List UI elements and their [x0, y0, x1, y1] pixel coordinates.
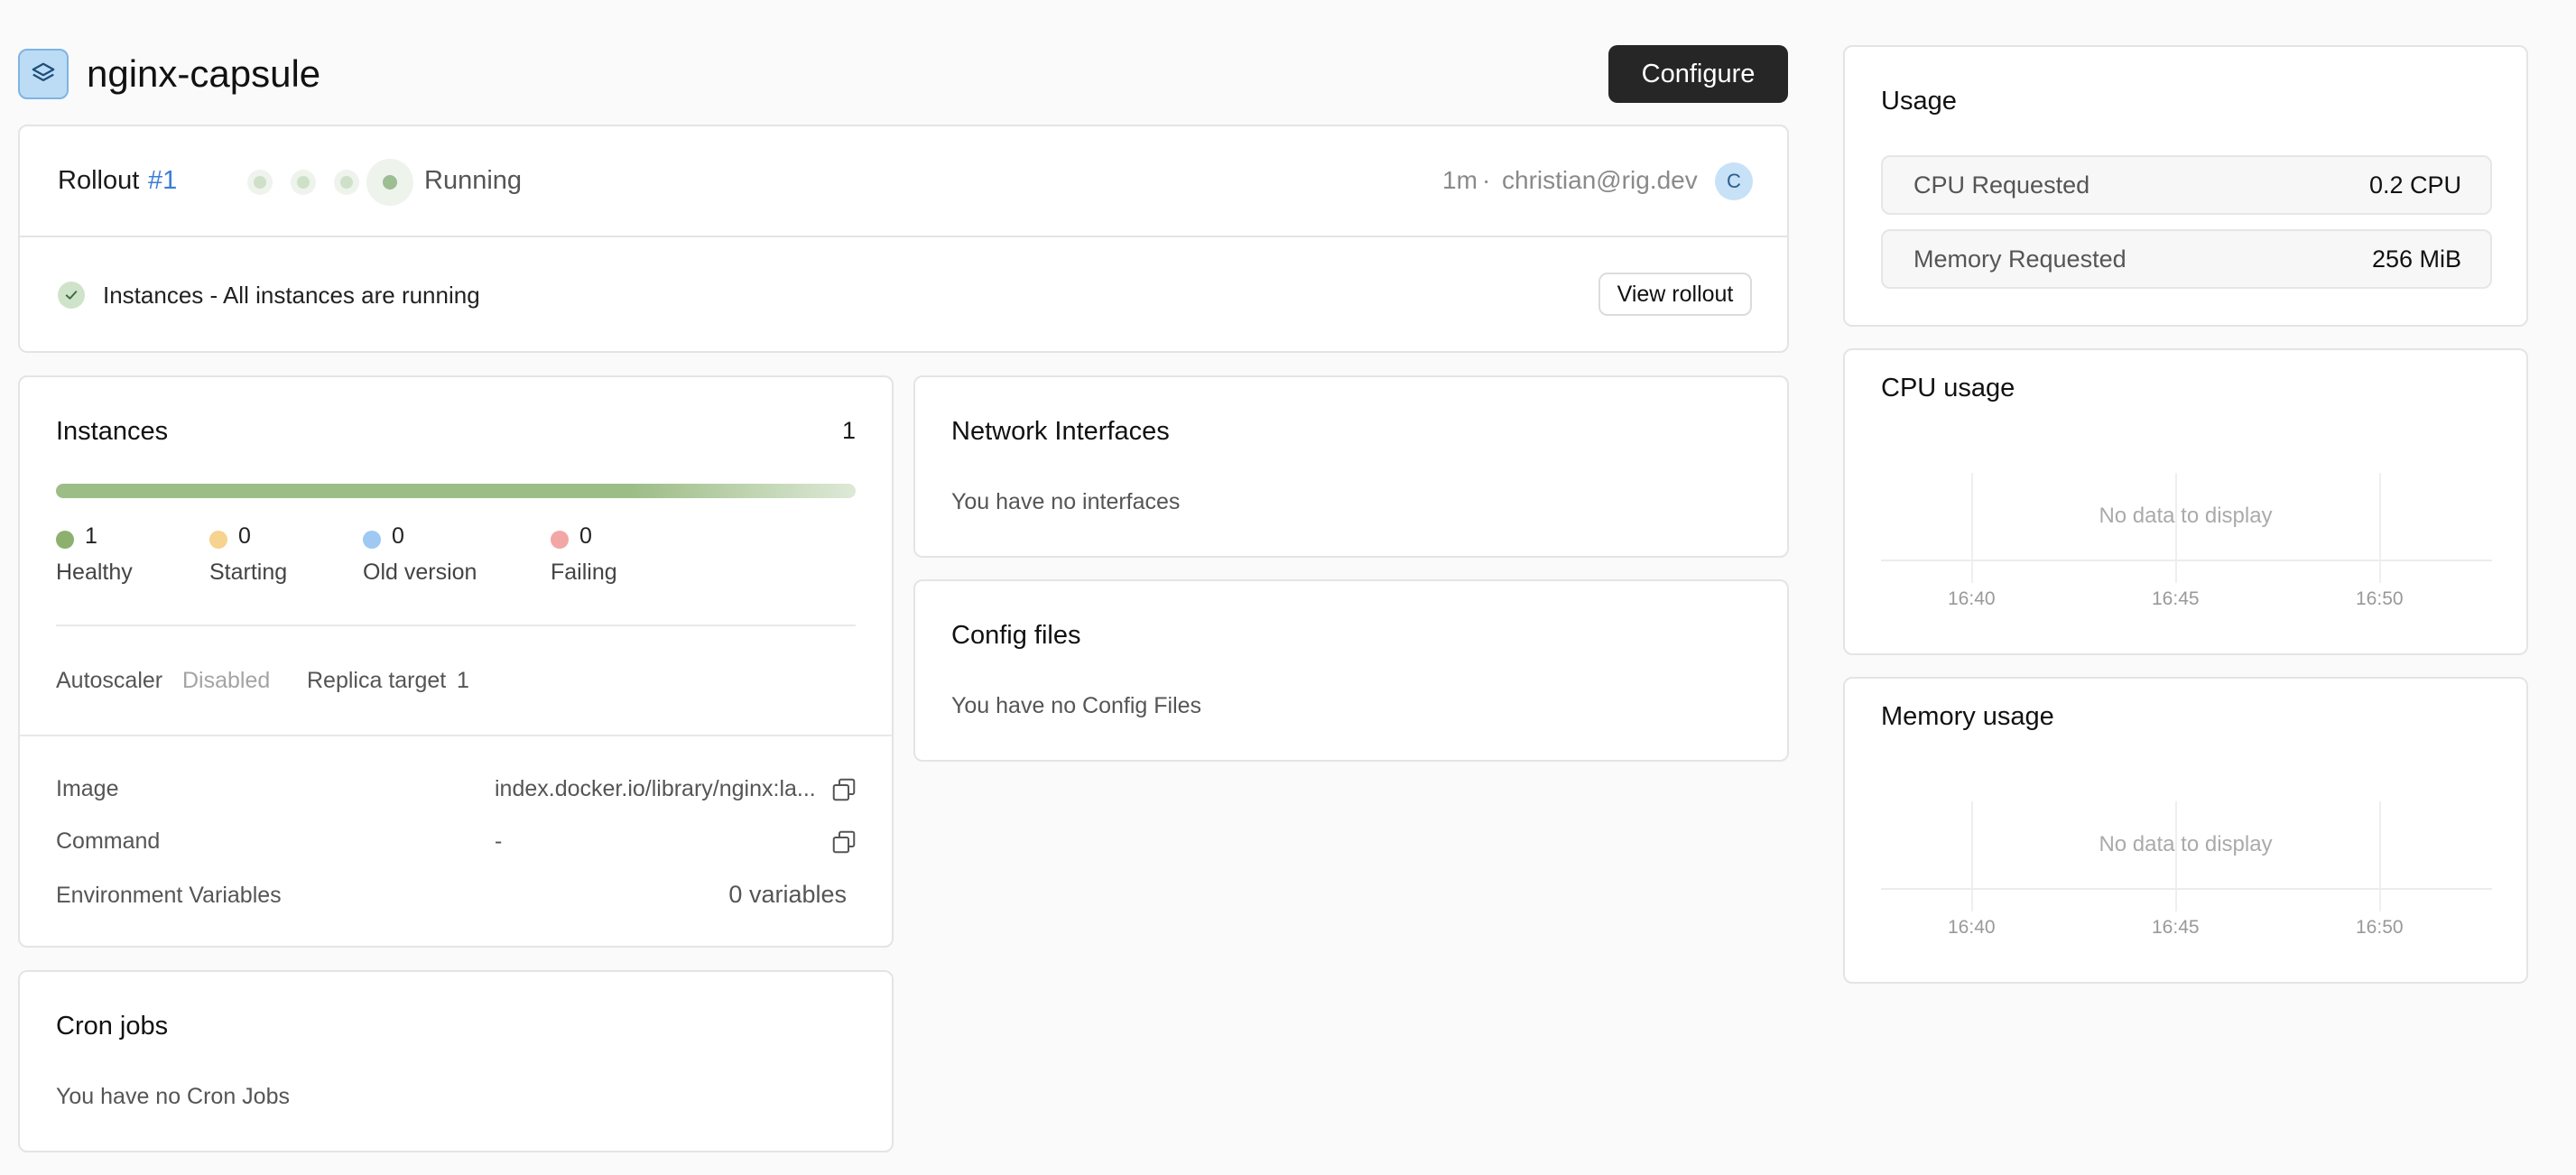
cron-jobs-title: Cron jobs — [56, 1012, 169, 1041]
memory-usage-title: Memory usage — [1881, 702, 2054, 731]
rollout-time: 1m — [1442, 166, 1478, 194]
env-variables-label: Environment Variables — [56, 883, 282, 908]
chart-tick-label: 16:45 — [2152, 588, 2200, 609]
separator: · — [1482, 166, 1491, 194]
env-variables-value[interactable]: 0 variables — [728, 881, 847, 909]
legend-label: Failing — [551, 560, 617, 585]
cron-jobs-card: Cron jobs You have no Cron Jobs — [18, 970, 894, 1152]
view-rollout-button[interactable]: View rollout — [1598, 273, 1752, 316]
rollout-author: christian@rig.dev — [1502, 166, 1698, 194]
configure-button[interactable]: Configure — [1608, 45, 1788, 103]
legend-label: Old version — [363, 560, 477, 585]
avatar: C — [1715, 162, 1753, 200]
legend-count: 1 — [85, 523, 97, 549]
chart-tick-label: 16:45 — [2152, 917, 2200, 938]
usage-title: Usage — [1881, 87, 1957, 116]
starting-dot-icon — [209, 531, 227, 549]
legend-count: 0 — [238, 523, 251, 549]
rollout-step-current-icon — [366, 159, 413, 206]
cpu-usage-card: CPU usage No data to display 16:40 16:45… — [1843, 348, 2528, 655]
memory-requested-value: 256 MiB — [2371, 245, 2461, 273]
copy-icon[interactable] — [830, 776, 857, 803]
autoscaler-value: Disabled — [182, 668, 271, 693]
instances-title: Instances — [56, 417, 169, 446]
instances-status-message: Instances - All instances are running — [103, 282, 480, 309]
memory-requested-label: Memory Requested — [1913, 245, 2127, 273]
replica-target-value: 1 — [457, 668, 469, 693]
check-icon — [58, 282, 85, 309]
chart-baseline — [1881, 888, 2492, 890]
memory-requested-row: Memory Requested 256 MiB — [1881, 229, 2492, 289]
divider — [56, 625, 856, 626]
memory-usage-empty: No data to display — [2099, 832, 2273, 856]
network-interfaces-empty: You have no interfaces — [951, 489, 1181, 514]
memory-usage-card: Memory usage No data to display 16:40 16… — [1843, 677, 2528, 984]
cpu-requested-row: CPU Requested 0.2 CPU — [1881, 155, 2492, 215]
cron-jobs-empty: You have no Cron Jobs — [56, 1084, 290, 1109]
chart-tick-label: 16:50 — [2356, 588, 2404, 609]
chart-baseline — [1881, 560, 2492, 561]
rollout-label: Rollout — [58, 166, 140, 195]
command-value: - — [495, 828, 503, 854]
replica-target-label: Replica target — [307, 668, 447, 693]
old-version-dot-icon — [363, 531, 381, 549]
page-title: nginx-capsule — [87, 52, 321, 95]
legend-label: Starting — [209, 560, 288, 585]
divider — [20, 236, 1787, 237]
image-value: index.docker.io/library/nginx:la... — [495, 776, 816, 801]
image-label: Image — [56, 776, 119, 801]
rollout-number-link[interactable]: #1 — [148, 166, 177, 196]
legend-count: 0 — [579, 523, 592, 549]
rollout-step-icon — [334, 170, 359, 195]
failing-dot-icon — [551, 531, 569, 549]
copy-icon[interactable] — [830, 828, 857, 856]
network-interfaces-title: Network Interfaces — [951, 417, 1170, 446]
instances-progress-bar — [56, 484, 856, 498]
usage-card: Usage CPU Requested 0.2 CPU Memory Reque… — [1843, 45, 2528, 327]
autoscaler-label: Autoscaler — [56, 668, 163, 693]
legend-count: 0 — [392, 523, 404, 549]
chart-tick-label: 16:40 — [1948, 917, 1996, 938]
layers-icon — [18, 49, 69, 99]
rollout-step-icon — [247, 170, 273, 195]
network-interfaces-card: Network Interfaces You have no interface… — [913, 375, 1789, 558]
chart-tick-label: 16:50 — [2356, 917, 2404, 938]
chart-tick-label: 16:40 — [1948, 588, 1996, 609]
instances-card: Instances 1 1 Healthy 0 Starting 0 Old v… — [18, 375, 894, 948]
cpu-requested-label: CPU Requested — [1913, 171, 2090, 199]
rollout-card: Rollout #1 Running 1m · christian@rig.de… — [18, 125, 1789, 353]
config-files-card: Config files You have no Config Files — [913, 579, 1789, 762]
instances-count: 1 — [841, 417, 856, 444]
cpu-requested-value: 0.2 CPU — [2368, 171, 2461, 199]
cpu-usage-empty: No data to display — [2099, 504, 2273, 528]
rollout-status: Running — [424, 166, 523, 195]
rollout-step-icon — [291, 170, 316, 195]
healthy-dot-icon — [56, 531, 74, 549]
legend-label: Healthy — [56, 560, 133, 585]
config-files-title: Config files — [951, 621, 1081, 650]
cpu-usage-title: CPU usage — [1881, 374, 2015, 402]
config-files-empty: You have no Config Files — [951, 693, 1202, 718]
divider — [20, 735, 892, 736]
command-label: Command — [56, 828, 161, 854]
